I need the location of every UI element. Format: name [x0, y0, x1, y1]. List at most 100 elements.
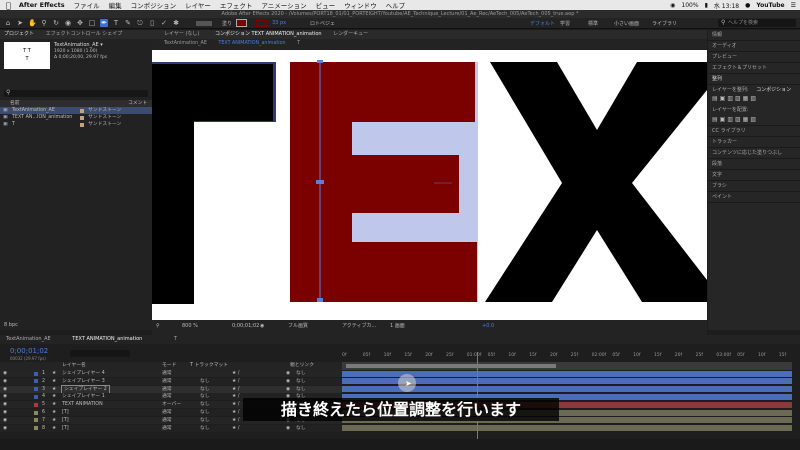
timeline-timecode[interactable]: 0;00;01;02 — [10, 347, 48, 355]
panel-tracker[interactable]: トラッカー — [708, 137, 800, 148]
rotate-tool-icon[interactable]: ↻ — [52, 19, 60, 27]
panel-brushes[interactable]: ブラシ — [708, 181, 800, 192]
align-buttons[interactable]: ▤▣▥▨▦▧ — [708, 95, 800, 105]
label-color[interactable] — [34, 387, 38, 392]
col-parent[interactable]: 親とリンク — [290, 362, 314, 370]
camera-dropdown[interactable]: アクティブカ... — [342, 321, 376, 331]
clone-tool-icon[interactable]: ⎋ — [136, 19, 144, 27]
workspace-default[interactable]: デフォルト — [530, 20, 555, 27]
layer-track-matte[interactable]: なし — [200, 386, 210, 393]
panel-info[interactable]: 情報 — [708, 30, 800, 41]
breadcrumb-item[interactable]: TextAnimation_AE — [164, 41, 207, 46]
panel-content-aware-fill[interactable]: コンテンツに応じた塗りつぶし — [708, 148, 800, 159]
parent-pickwhip-icon[interactable]: ◉ — [286, 386, 290, 393]
timeline-tab-active[interactable]: TEXT ANIMATION_animation — [72, 336, 142, 342]
label-color[interactable] — [34, 379, 38, 384]
label-swatch[interactable] — [80, 108, 84, 113]
workspace-learn[interactable]: 学習 — [560, 20, 570, 27]
layer-track-matte[interactable]: なし — [200, 417, 210, 424]
layer-switches[interactable]: ★ / — [232, 378, 239, 385]
menu-edit[interactable]: 編集 — [109, 0, 122, 10]
project-item[interactable]: ▣ TextAnimation_AE サンドストーン — [0, 107, 152, 114]
visibility-icon[interactable]: ◉ — [3, 417, 7, 424]
layer-track-matte[interactable]: なし — [200, 425, 210, 432]
layer-name[interactable]: [T] — [62, 417, 69, 424]
help-search-input[interactable]: ヘルプを検索 — [718, 19, 796, 27]
tab-project[interactable]: プロジェクト — [4, 31, 34, 37]
breadcrumb-item[interactable]: TEXT ANIMATION_animation — [218, 41, 285, 46]
label-color[interactable] — [34, 371, 38, 376]
layer-mode[interactable]: 通常 — [162, 425, 172, 432]
col-name[interactable]: 名前 — [10, 101, 20, 106]
layer-parent[interactable]: なし — [296, 386, 306, 393]
layer-row[interactable]: ◉ 2 ★ シェイプレイヤー 3 通常 なし ★ / ◉ なし — [0, 377, 342, 385]
panel-paragraph[interactable]: 段落 — [708, 159, 800, 170]
label-color[interactable] — [34, 394, 38, 399]
zoom-dropdown[interactable]: 800 % — [182, 321, 198, 331]
breadcrumb-item[interactable]: T — [297, 41, 300, 46]
panel-cc-libraries[interactable]: CC ライブラリ — [708, 126, 800, 137]
menu-file[interactable]: ファイル — [74, 0, 100, 10]
roto-tool-icon[interactable]: ✓ — [160, 19, 168, 27]
menu-app[interactable]: After Effects — [19, 1, 65, 9]
path-vertex[interactable] — [317, 298, 323, 302]
layer-name[interactable]: シェイプレイヤー 2 — [61, 384, 110, 394]
panel-effects-presets[interactable]: エフェクト＆プリセット — [708, 63, 800, 74]
bpc-label[interactable]: 8 bpc — [4, 322, 18, 328]
panel-align[interactable]: 整列 — [708, 74, 800, 85]
workspace-standard[interactable]: 標準 — [588, 20, 598, 27]
layer-switches[interactable]: ★ / — [232, 409, 239, 416]
apple-icon[interactable]:  — [6, 1, 11, 10]
col-layer-name[interactable]: レイヤー名 — [62, 362, 86, 370]
visibility-icon[interactable]: ◉ — [3, 425, 7, 432]
workspace-small[interactable]: 小さい画面 — [614, 20, 639, 27]
fill-swatch[interactable] — [236, 19, 247, 27]
layer-track-matte[interactable]: なし — [200, 401, 210, 408]
panel-character[interactable]: 文字 — [708, 170, 800, 181]
menu-help[interactable]: ヘルプ — [386, 0, 406, 10]
layer-mode[interactable]: 通常 — [162, 417, 172, 424]
work-area-range[interactable] — [346, 364, 556, 368]
layer-switches[interactable]: ★ / — [232, 417, 239, 424]
visibility-icon[interactable]: ◉ — [3, 409, 7, 416]
layer-switches[interactable]: ★ / — [232, 425, 239, 432]
selection-tool-icon[interactable]: ➤ — [16, 19, 24, 27]
layer-parent[interactable]: なし — [296, 378, 306, 385]
parent-pickwhip-icon[interactable]: ◉ — [286, 370, 290, 377]
tab-effect-controls[interactable]: エフェクトコントロール シェイプ — [46, 31, 123, 37]
fill-label[interactable]: 塗り — [222, 20, 232, 27]
label-color[interactable] — [34, 426, 38, 431]
tab-composition[interactable]: コンポジション TEXT ANIMATION_animation — [215, 31, 322, 37]
visibility-icon[interactable]: ◉ — [3, 378, 7, 385]
project-item[interactable]: ▣ T サンドストーン — [0, 121, 152, 128]
align-to-dropdown[interactable]: コンポジション — [756, 87, 791, 93]
zoom-tool-icon[interactable]: ⚲ — [40, 19, 48, 27]
youtube-label[interactable]: YouTube — [756, 2, 784, 9]
magnifier-icon[interactable]: ⚲ — [156, 321, 160, 331]
layer-track-matte[interactable]: なし — [200, 393, 210, 400]
battery-label[interactable]: 100% — [681, 2, 698, 9]
label-color[interactable] — [34, 410, 38, 415]
visibility-icon[interactable]: ◉ — [3, 386, 7, 393]
layer-name[interactable]: シェイプレイヤー 1 — [62, 393, 105, 400]
layer-row[interactable]: ◉ 1 ★ シェイプレイヤー 4 通常 ★ / ◉ なし — [0, 370, 342, 377]
rectangle-tool-icon[interactable]: □ — [88, 19, 96, 27]
pan-tool-icon[interactable]: ✥ — [76, 19, 84, 27]
quality-dropdown[interactable]: フル画質 — [288, 321, 308, 331]
snapshot-icon[interactable]: ◉ — [260, 321, 264, 331]
col-track-matte[interactable]: T トラックマット — [190, 362, 228, 370]
tab-layer[interactable]: レイヤー (なし) — [164, 31, 199, 37]
menu-effect[interactable]: エフェクト — [220, 0, 253, 10]
layer-row[interactable]: ◉ 8 ★ [T] 通常 なし ★ / ◉ なし — [0, 424, 342, 432]
label-color[interactable] — [34, 402, 38, 407]
work-area-bar[interactable] — [342, 362, 792, 370]
time-ruler[interactable]: 0f 05f 10f 15f 20f 25f 01:00f 05f 10f 15f 20f 25f 02… — [342, 352, 800, 362]
parent-pickwhip-icon[interactable]: ◉ — [286, 378, 290, 385]
exposure-value[interactable]: +0.0 — [482, 321, 494, 331]
list-icon[interactable]: ☰ — [791, 2, 796, 9]
wifi-icon[interactable]: ◉ — [670, 2, 675, 9]
distribute-buttons[interactable]: ▤▣▥▨▦▧ — [708, 116, 800, 126]
layer-track-matte[interactable]: なし — [200, 409, 210, 416]
layer-switches[interactable]: ★ / — [232, 386, 239, 393]
timeline-search-input[interactable] — [70, 350, 130, 357]
